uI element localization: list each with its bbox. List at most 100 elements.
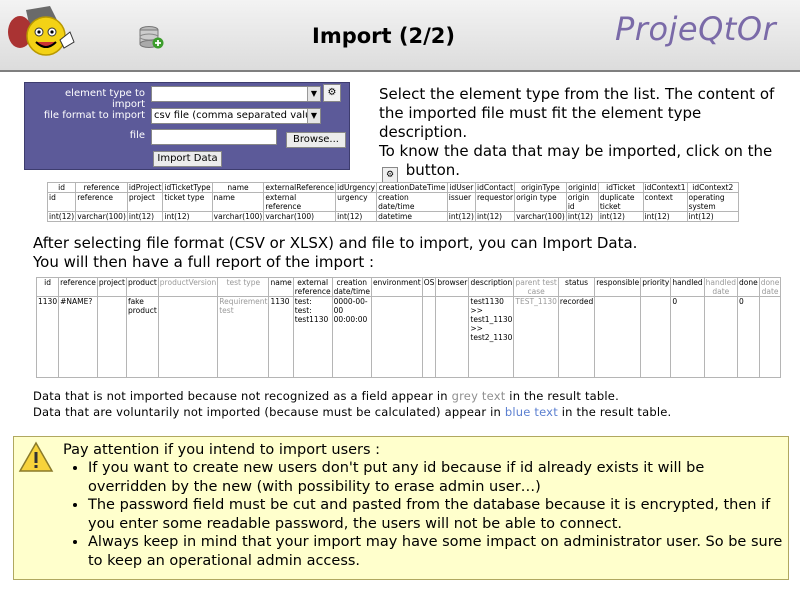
blue-text-note: Data that are voluntarily not imported (… [33,405,672,419]
page-title: Import (2/2) [312,24,455,48]
element-type-label: element type to import [65,88,145,110]
warning-title: Pay attention if you intend to import us… [63,442,381,458]
table-cell: Requirement test [217,296,270,378]
import-data-button[interactable]: Import Data [153,151,222,167]
table-cell: int(12) [162,211,213,222]
table-row: id reference project ticket type name ex… [46,192,740,212]
import-instructions: After selecting file format (CSV or XLSX… [33,234,638,271]
table-header-row: id reference project product productVers… [35,277,782,297]
table-header: handled [670,277,705,297]
table-header: name [211,182,265,193]
table-cell: origin type [514,192,567,212]
table-header: status [557,277,596,297]
table-cell: int(12) [446,211,476,222]
browse-button[interactable]: Browse... [286,132,346,148]
warning-list: If you want to create new users don't pu… [58,459,784,570]
table-cell: external reference [263,192,337,212]
warning-box: Pay attention if you intend to import us… [13,436,789,580]
table-row: int(12) varchar(100) int(12) int(12) var… [46,211,740,222]
element-type-select[interactable]: ▼ [151,86,321,102]
table-header: id [46,182,77,193]
table-header: done date [758,277,782,297]
brand-logo-text: ProjeQtOr [615,10,777,48]
table-cell: 1130 [35,296,60,378]
file-input[interactable] [151,129,277,145]
table-cell: ticket type [162,192,213,212]
table-header: description [468,277,515,297]
table-header: name [268,277,294,297]
header-bar: Import (2/2) ProjeQtOr [0,0,800,72]
table-cell [758,296,782,378]
table-cell: 0 [670,296,705,378]
table-cell [435,296,470,378]
database-import-icon [139,26,164,49]
table-header: idTicketType [162,182,213,193]
table-cell [96,296,127,378]
table-header: idUser [446,182,476,193]
table-cell: varchar(100) [263,211,337,222]
table-cell: int(12) [474,211,516,222]
table-header: idUrgency [335,182,378,193]
import-result-table: id reference project product productVers… [35,277,782,378]
table-header: creation date/time [331,277,372,297]
table-cell: TEST_1130 [513,296,559,378]
table-cell: reference [75,192,128,212]
table-header: product [125,277,159,297]
table-header: idContext2 [686,182,740,193]
table-cell: int(12) [335,211,378,222]
table-header: handled date [703,277,738,297]
table-cell: int(12) [46,211,77,222]
import-form: element type to import ▼ file format to … [24,82,350,170]
table-cell [703,296,738,378]
description-text: Select the element type from the list. T… [379,85,789,183]
chevron-down-icon: ▼ [307,109,320,123]
table-cell: fake product [125,296,159,378]
file-format-select[interactable]: csv file (comma separated valu ▼ [151,108,321,124]
help-icon: ⚙ [382,167,398,183]
table-cell: 1130 [268,296,294,378]
type-description-table: id reference idProject idTicketType name… [46,182,740,222]
table-header: originId [565,182,599,193]
table-header: idContext1 [642,182,688,193]
table-cell: recorded [557,296,596,378]
table-cell [421,296,437,378]
table-cell: varchar(100) [75,211,128,222]
table-cell: origin id [565,192,599,212]
table-header: originType [514,182,567,193]
table-cell: #NAME? [58,296,98,378]
table-cell: int(12) [642,211,688,222]
table-cell [157,296,219,378]
table-header: browser [435,277,470,297]
table-header: externalReference [263,182,337,193]
help-icon[interactable]: ⚙ [323,84,341,102]
table-header: environment [370,277,423,297]
table-header: OS [421,277,437,297]
table-header: reference [75,182,128,193]
table-header: priority [640,277,672,297]
grey-text-note: Data that is not imported because not re… [33,389,619,403]
table-cell: int(12) [597,211,644,222]
table-cell: requestor [474,192,516,212]
table-cell: varchar(100) [514,211,567,222]
list-item: If you want to create new users don't pu… [88,459,784,496]
table-cell: name [211,192,265,212]
table-header: external reference [292,277,333,297]
table-cell: creation date/time [376,192,448,212]
table-cell [640,296,672,378]
table-header: done [736,277,760,297]
mascot-logo-icon [8,6,75,56]
table-cell: id [46,192,77,212]
table-cell: duplicate ticket [597,192,644,212]
table-cell [594,296,642,378]
table-header: test type [217,277,270,297]
file-format-label: file format to import [43,110,145,121]
table-header: id [35,277,60,297]
file-label: file [129,130,145,141]
table-header: idContact [474,182,516,193]
table-header-row: id reference idProject idTicketType name… [46,182,740,193]
table-cell: varchar(100) [211,211,265,222]
list-item: Always keep in mind that your import may… [88,533,784,570]
table-header: parent test case [513,277,559,297]
table-cell: int(12) [686,211,740,222]
table-cell: project [126,192,164,212]
